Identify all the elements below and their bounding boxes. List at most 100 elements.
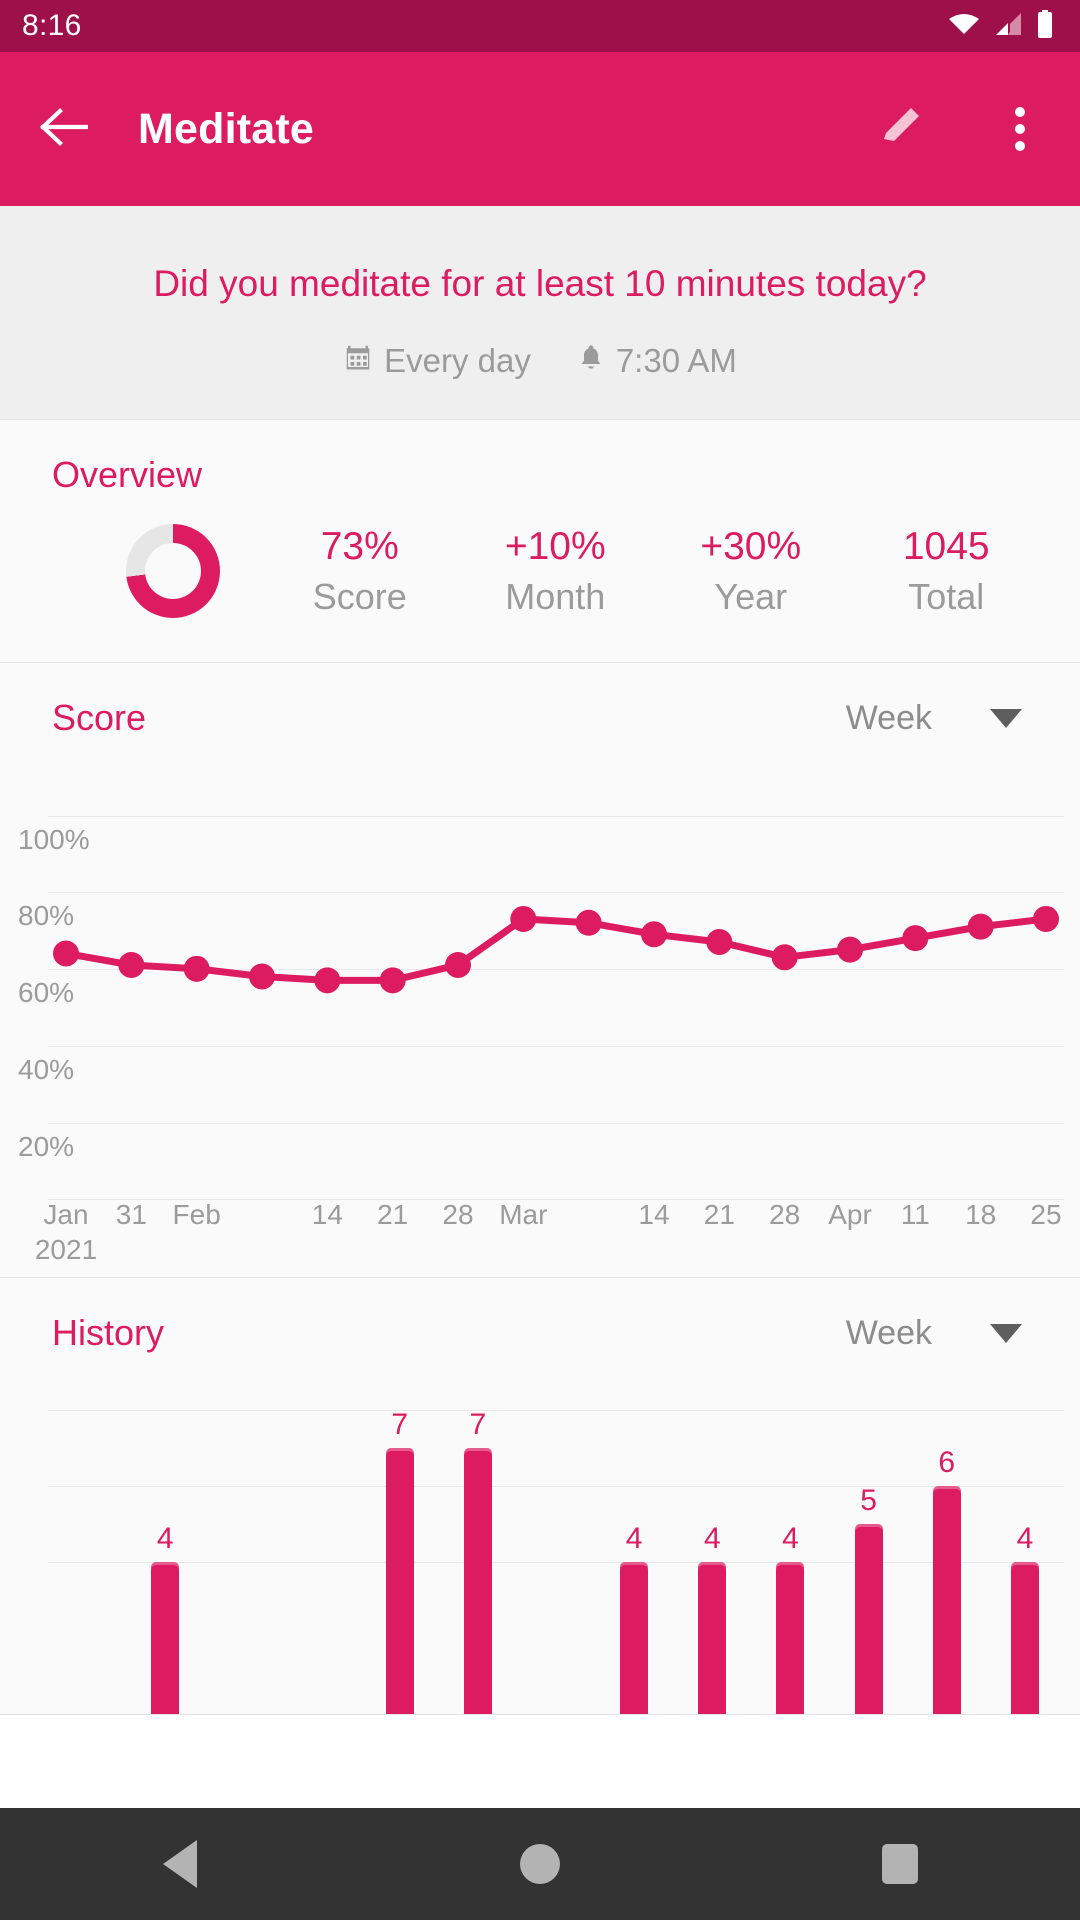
line-data-point	[641, 922, 667, 948]
overview-stats: 73% Score+10%Month+30% Year1045Total	[262, 525, 1044, 619]
chart-gridline	[48, 1562, 1064, 1563]
app-bar-actions	[864, 52, 1056, 206]
overview-stat-label: Score	[262, 576, 458, 618]
habit-reminder-label: 7:30 AM	[616, 342, 737, 380]
overview-card: Overview 73% Score+10%Month+30% Year1045To…	[0, 419, 1080, 663]
score-card-header: Score Week	[0, 663, 1080, 739]
overview-stat-value: 73%	[262, 525, 458, 569]
line-data-point	[1033, 906, 1059, 932]
x-axis-tick-label: Feb	[173, 1197, 221, 1232]
overview-stat-value: 1045	[849, 525, 1045, 569]
line-data-point	[53, 941, 79, 967]
score-card: Score Week Jan202131Feb142128Mar142128Ap…	[0, 662, 1080, 1278]
y-axis-tick-label: 80%	[18, 900, 74, 932]
score-title: Score	[52, 697, 146, 739]
arrow-back-icon	[40, 107, 88, 152]
line-data-point	[314, 968, 340, 994]
history-title: History	[52, 1312, 164, 1354]
status-bar: 8:16	[0, 0, 1080, 52]
cellular-signal-icon	[994, 12, 1022, 41]
history-bar: 4	[151, 1522, 179, 1714]
status-bar-system-icons	[948, 0, 1054, 52]
y-axis-tick-label: 100%	[18, 824, 90, 856]
history-bar: 7	[464, 1408, 492, 1714]
x-axis-tick-label: 14	[312, 1197, 343, 1232]
x-axis-tick-label: 21	[377, 1197, 408, 1232]
nav-recents-button[interactable]	[840, 1808, 960, 1920]
score-line-chart: Jan202131Feb142128Mar142128Apr111825 100…	[0, 777, 1080, 1277]
overview-title: Overview	[0, 420, 1080, 496]
page-title: Meditate	[138, 105, 314, 154]
history-bar: 6	[933, 1446, 961, 1714]
x-axis-tick-label: 31	[116, 1197, 147, 1232]
x-axis-year-caption: 2021	[35, 1232, 97, 1267]
overview-stat-label: Year	[653, 576, 849, 618]
x-axis-tick-label: 14	[638, 1197, 669, 1232]
overview-stat-value: +10%	[458, 525, 654, 569]
chart-gridline	[48, 1486, 1064, 1487]
habit-question: Did you meditate for at least 10 minutes…	[0, 262, 1080, 306]
x-axis-tick-label: 25	[1030, 1197, 1061, 1232]
overflow-menu-button[interactable]	[984, 93, 1056, 165]
wifi-icon	[948, 12, 980, 41]
score-line-series	[48, 777, 1064, 1199]
habit-meta: Every day 7:30 AM	[0, 342, 1080, 380]
x-axis-tick-label: Apr	[828, 1197, 872, 1232]
history-bar-rect	[151, 1562, 179, 1714]
line-data-point	[445, 952, 471, 978]
history-bar-rect	[386, 1448, 414, 1714]
x-axis-tick-label: 28	[769, 1197, 800, 1232]
history-bar-label: 7	[386, 1408, 414, 1442]
overview-stat-value: +30%	[653, 525, 849, 569]
y-axis-tick-label: 20%	[18, 1131, 74, 1163]
history-card-header: History Week	[0, 1278, 1080, 1354]
history-bar-label: 4	[698, 1522, 726, 1556]
history-bar: 4	[776, 1522, 804, 1714]
line-data-point	[184, 956, 210, 982]
line-data-point	[510, 906, 536, 932]
line-data-point	[772, 945, 798, 971]
x-axis-tick-label: Mar	[499, 1197, 547, 1232]
chevron-down-icon	[990, 1324, 1022, 1343]
score-range-value: Week	[846, 699, 932, 738]
overview-stat: 73% Score	[262, 525, 458, 619]
history-card: History Week 477444564	[0, 1277, 1080, 1715]
habit-frequency-label: Every day	[384, 342, 531, 380]
history-range-select[interactable]: Week	[846, 1314, 1036, 1353]
nav-back-button[interactable]	[120, 1808, 240, 1920]
android-navigation-bar	[0, 1808, 1080, 1920]
history-bar-label: 4	[776, 1522, 804, 1556]
nav-back-icon	[163, 1840, 197, 1888]
history-range-value: Week	[846, 1314, 932, 1353]
line-data-point	[576, 910, 602, 936]
overview-stat: +10%Month	[458, 525, 654, 619]
overview-row: 73% Score+10%Month+30% Year1045Total	[0, 496, 1080, 662]
score-donut-chart	[126, 524, 220, 618]
line-data-point	[837, 937, 863, 963]
history-bar: 7	[386, 1408, 414, 1714]
history-bar-rect	[464, 1448, 492, 1714]
back-button[interactable]	[28, 93, 100, 165]
overview-stat: +30% Year	[653, 525, 849, 619]
x-axis-tick-label: 21	[704, 1197, 735, 1232]
calendar-icon	[343, 342, 373, 380]
nav-home-button[interactable]	[480, 1808, 600, 1920]
edit-button[interactable]	[864, 93, 936, 165]
overview-stat: 1045Total	[849, 525, 1045, 619]
history-bar-label: 7	[464, 1408, 492, 1442]
nav-home-icon	[520, 1844, 560, 1884]
history-bar-rect	[698, 1562, 726, 1714]
habit-reminder: 7:30 AM	[577, 342, 737, 380]
nav-recents-icon	[882, 1844, 918, 1884]
history-bar-rect	[1011, 1562, 1039, 1714]
history-bar: 4	[620, 1522, 648, 1714]
score-range-select[interactable]: Week	[846, 699, 1036, 738]
line-data-point	[706, 929, 732, 955]
history-bar-label: 4	[1011, 1522, 1039, 1556]
x-axis-tick-label: 28	[442, 1197, 473, 1232]
line-data-point	[380, 968, 406, 994]
app-bar: Meditate	[0, 52, 1080, 206]
habit-frequency: Every day	[343, 342, 531, 380]
history-bar-label: 6	[933, 1446, 961, 1480]
line-data-point	[249, 964, 275, 990]
